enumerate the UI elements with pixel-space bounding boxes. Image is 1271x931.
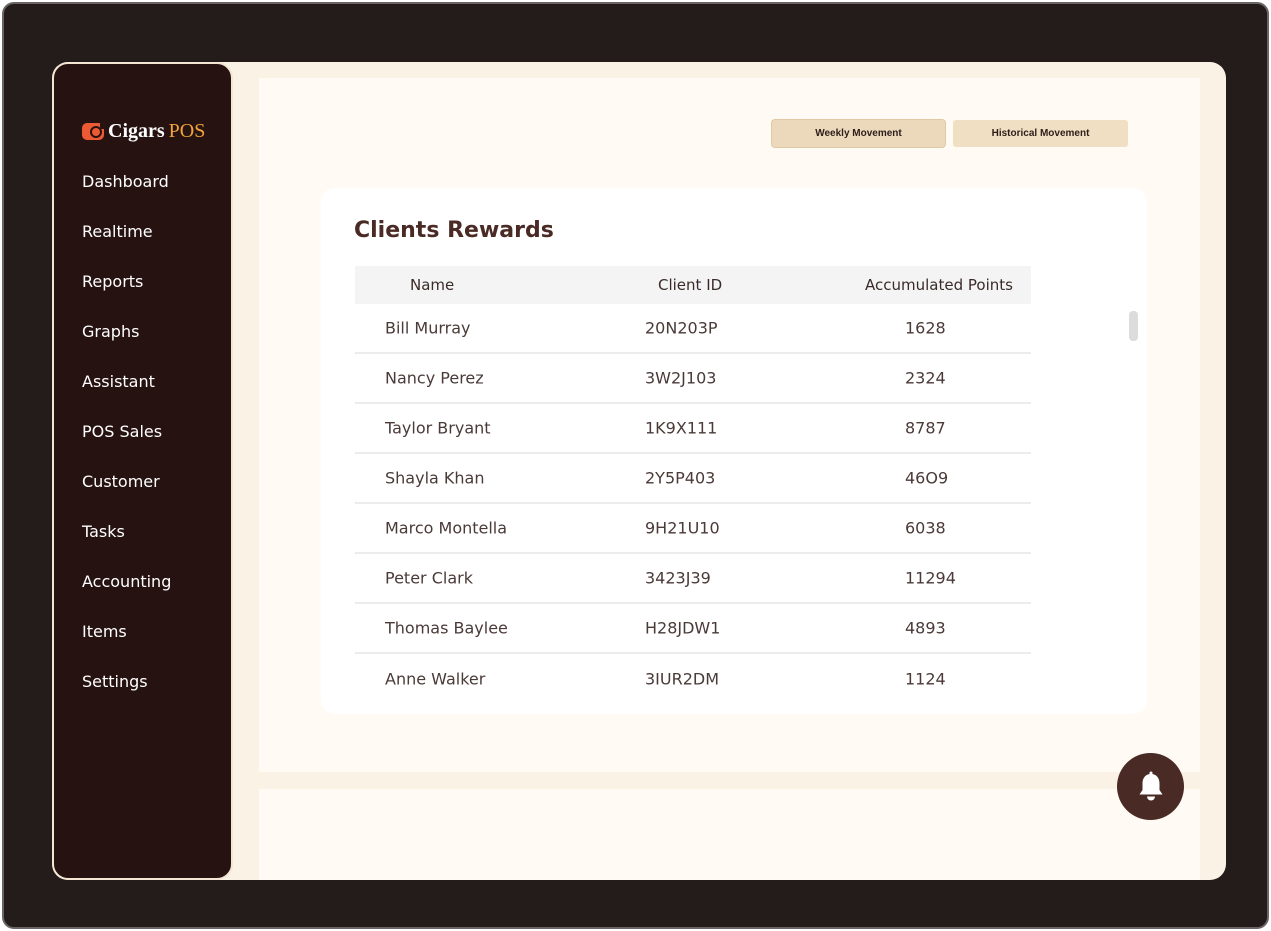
cell-points: 8787	[905, 418, 946, 438]
cell-points: 2324	[905, 368, 946, 388]
card-title: Clients Rewards	[354, 218, 554, 243]
cell-client-id: 20N203P	[645, 318, 718, 338]
table-row[interactable]: Anne Walker 3IUR2DM 1124	[355, 654, 1031, 704]
table-row[interactable]: Thomas Baylee H28JDW1 4893	[355, 604, 1031, 654]
clients-rewards-card: Clients Rewards Name Client ID Accumulat…	[321, 188, 1147, 714]
table-row[interactable]: Peter Clark 3423J39 11294	[355, 554, 1031, 604]
sidebar-item-settings[interactable]: Settings	[82, 670, 171, 720]
bottom-panel	[259, 789, 1200, 880]
cell-points: 11294	[905, 568, 956, 588]
logo-primary-text: Cigars	[108, 120, 165, 142]
cell-name: Taylor Bryant	[385, 418, 491, 438]
column-header-points[interactable]: Accumulated Points	[865, 276, 1013, 294]
logo-secondary-text: POS	[168, 120, 206, 142]
notifications-button[interactable]	[1117, 753, 1184, 820]
table-row[interactable]: Shayla Khan 2Y5P403 46O9	[355, 454, 1031, 504]
cell-client-id: 1K9X111	[645, 418, 718, 438]
sidebar-item-assistant[interactable]: Assistant	[82, 370, 171, 420]
column-header-client-id[interactable]: Client ID	[658, 276, 722, 294]
sidebar: Cigars POS Dashboard Realtime Reports Gr…	[52, 62, 233, 880]
cell-name: Shayla Khan	[385, 468, 485, 488]
sidebar-item-realtime[interactable]: Realtime	[82, 220, 171, 270]
cell-points: 46O9	[905, 468, 949, 488]
cell-client-id: 9H21U10	[645, 518, 720, 538]
cell-name: Peter Clark	[385, 568, 473, 588]
bell-icon	[1139, 771, 1162, 800]
table-row[interactable]: Bill Murray 20N203P 1628	[355, 304, 1031, 354]
cell-client-id: 3423J39	[645, 568, 711, 588]
sidebar-item-pos-sales[interactable]: POS Sales	[82, 420, 171, 470]
sidebar-nav: Dashboard Realtime Reports Graphs Assist…	[82, 170, 171, 720]
cell-points: 4893	[905, 618, 946, 638]
app-screen: Cigars POS Dashboard Realtime Reports Gr…	[52, 62, 1226, 880]
cell-points: 6038	[905, 518, 946, 538]
sidebar-item-accounting[interactable]: Accounting	[82, 570, 171, 620]
table-row[interactable]: Taylor Bryant 1K9X111 8787	[355, 404, 1031, 454]
column-header-name[interactable]: Name	[410, 276, 454, 294]
cell-client-id: 3W2J103	[645, 368, 717, 388]
cell-client-id: 3IUR2DM	[645, 669, 720, 689]
cell-client-id: H28JDW1	[645, 618, 721, 638]
sidebar-item-graphs[interactable]: Graphs	[82, 320, 171, 370]
sidebar-item-items[interactable]: Items	[82, 620, 171, 670]
table-header: Name Client ID Accumulated Points	[355, 266, 1031, 304]
rewards-table-body: Bill Murray 20N203P 1628 Nancy Perez 3W2…	[355, 304, 1031, 704]
sidebar-item-tasks[interactable]: Tasks	[82, 520, 171, 570]
sidebar-item-reports[interactable]: Reports	[82, 270, 171, 320]
cell-name: Anne Walker	[385, 669, 486, 689]
cell-client-id: 2Y5P403	[645, 468, 716, 488]
weekly-movement-button[interactable]: Weekly Movement	[772, 120, 945, 147]
cell-points: 1124	[905, 669, 946, 689]
historical-movement-button[interactable]: Historical Movement	[953, 120, 1128, 147]
table-row[interactable]: Marco Montella 9H21U10 6038	[355, 504, 1031, 554]
cell-points: 1628	[905, 318, 946, 338]
cell-name: Thomas Baylee	[385, 618, 508, 638]
table-scrollbar[interactable]	[1129, 311, 1138, 341]
cell-name: Nancy Perez	[385, 368, 484, 388]
cell-name: Marco Montella	[385, 518, 508, 538]
cell-name: Bill Murray	[385, 318, 471, 338]
cigar-logo-icon	[82, 122, 106, 140]
table-row[interactable]: Nancy Perez 3W2J103 2324	[355, 354, 1031, 404]
device-frame: Cigars POS Dashboard Realtime Reports Gr…	[2, 2, 1269, 929]
sidebar-item-dashboard[interactable]: Dashboard	[82, 170, 171, 220]
app-logo[interactable]: Cigars POS	[82, 120, 205, 143]
main-content: Weekly Movement Historical Movement Clie…	[259, 78, 1200, 772]
sidebar-item-customer[interactable]: Customer	[82, 470, 171, 520]
